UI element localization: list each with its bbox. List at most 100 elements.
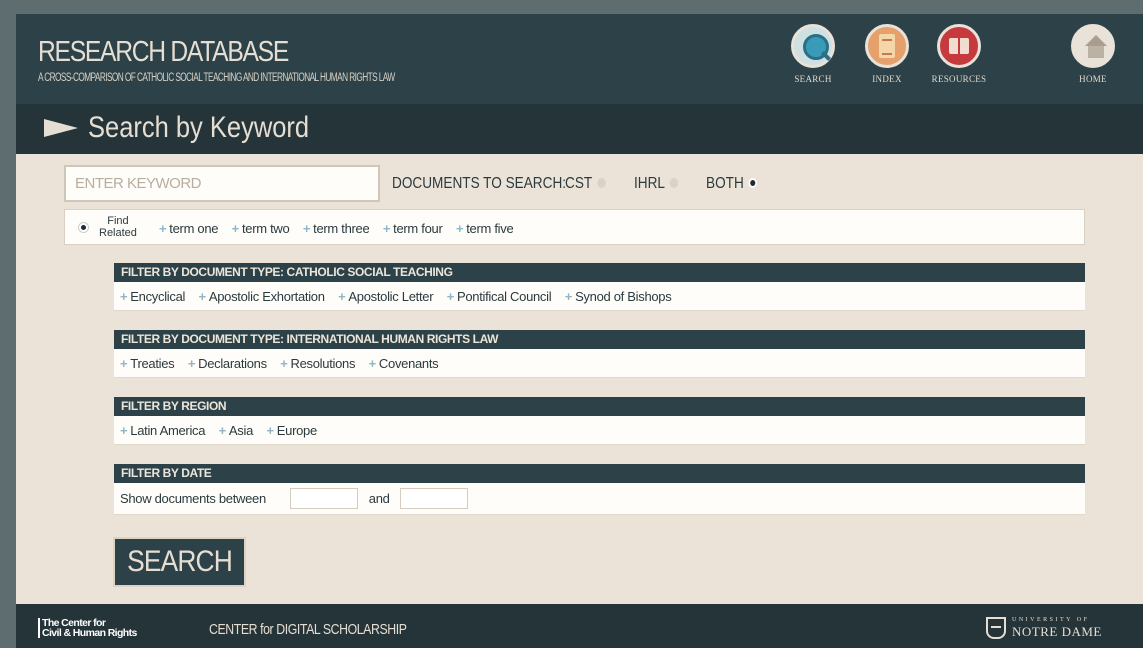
option-ihrl[interactable]: IHRL xyxy=(634,175,679,193)
filter-option-label: Apostolic Exhortation xyxy=(208,289,325,304)
site-title: RESEARCH DATABASE xyxy=(38,36,289,68)
filter-option-label: Asia xyxy=(228,423,254,438)
documents-to-search-label: DOCUMENTS TO SEARCH: xyxy=(392,175,567,192)
index-icon xyxy=(865,24,909,68)
nav-home-button[interactable]: HOME xyxy=(1058,24,1128,104)
filter-option-label: Apostolic Letter xyxy=(348,289,434,304)
term-label: term one xyxy=(169,221,219,236)
plus-icon: + xyxy=(187,356,196,371)
find-related-label: Find Related xyxy=(99,215,137,239)
date-and-label: and xyxy=(368,491,390,506)
site-footer: The Center for Civil & Human Rights CENT… xyxy=(16,604,1143,648)
plus-icon: + xyxy=(455,221,464,236)
search-button-label: SEARCH xyxy=(127,545,233,578)
filter-option-pontifical-council[interactable]: + Pontifical Council xyxy=(447,289,552,304)
page-frame: RESEARCH DATABASE A CROSS-COMPARISON OF … xyxy=(16,14,1143,648)
plus-icon: + xyxy=(564,289,573,304)
plus-icon: + xyxy=(280,356,288,371)
plus-icon: + xyxy=(382,221,391,236)
term-link[interactable]: + term three xyxy=(303,221,370,236)
filter-option-label: Treaties xyxy=(130,356,175,371)
ccr-line2: Civil & Human Rights xyxy=(42,627,137,639)
filter-option-resolutions[interactable]: + Resolutions xyxy=(280,356,355,371)
filter-option-treaties[interactable]: + Treaties xyxy=(120,356,175,371)
filter-option-label: Encyclical xyxy=(130,289,186,304)
option-cst-label: CST xyxy=(565,175,593,192)
term-link[interactable]: + term two xyxy=(232,221,290,236)
related-terms: + term one + term two + term three + term fo… xyxy=(159,220,522,238)
arrow-right-icon xyxy=(44,119,78,137)
filter-date: FILTER BY DATE Show documents between an… xyxy=(114,464,1085,515)
nav-search-label: SEARCH xyxy=(794,74,832,84)
home-icon xyxy=(1071,24,1115,68)
term-label: term five xyxy=(466,221,514,236)
nav-search-button[interactable]: SEARCH xyxy=(778,24,848,104)
option-cst[interactable]: CST xyxy=(565,175,606,193)
plus-icon: + xyxy=(198,289,207,304)
filter-option-asia[interactable]: + Asia xyxy=(218,423,254,438)
term-link[interactable]: + term five xyxy=(455,221,514,236)
filter-cst-title: FILTER BY DOCUMENT TYPE: CATHOLIC SOCIAL… xyxy=(114,263,1085,282)
filter-ihrl-options: + Treaties + Declarations + Resolutions + Co… xyxy=(114,349,1085,378)
filter-date-options: Show documents between and xyxy=(114,483,1085,515)
find-related-radio[interactable] xyxy=(78,222,89,233)
plus-icon: + xyxy=(231,221,240,236)
center-digital-scholarship-link[interactable]: CENTER for DIGITAL SCHOLARSHIP xyxy=(209,621,407,638)
page-title: Search by Keyword xyxy=(88,111,310,144)
filter-option-synod-of-bishops[interactable]: + Synod of Bishops xyxy=(565,289,672,304)
site-header: RESEARCH DATABASE A CROSS-COMPARISON OF … xyxy=(16,14,1143,104)
search-icon xyxy=(791,24,835,68)
plus-icon: + xyxy=(338,289,346,304)
filter-option-apostolic-exhortation[interactable]: + Apostolic Exhortation xyxy=(199,289,325,304)
term-link[interactable]: + term four xyxy=(383,221,443,236)
nav-resources-label: RESOURCES xyxy=(931,74,987,84)
option-both[interactable]: BOTH xyxy=(706,175,758,193)
notre-dame-logo[interactable]: UNIVERSITY OF NOTRE DAME xyxy=(982,617,1132,639)
find-related-line1: Find xyxy=(107,215,129,227)
search-button[interactable]: SEARCH xyxy=(113,537,246,587)
cst-radio[interactable] xyxy=(597,177,606,188)
date-start-input[interactable] xyxy=(290,488,359,510)
filter-cst-options: + Encyclical + Apostolic Exhortation + Apos… xyxy=(114,282,1085,311)
term-label: term two xyxy=(241,221,290,236)
filter-ihrl-title: FILTER BY DOCUMENT TYPE: INTERNATIONAL H… xyxy=(114,330,1085,349)
nav-resources-button[interactable]: RESOURCES xyxy=(924,24,994,104)
filter-option-europe[interactable]: + Europe xyxy=(266,423,317,438)
shield-icon xyxy=(986,617,1006,639)
keyword-input[interactable] xyxy=(64,165,380,202)
nav-index-button[interactable]: INDEX xyxy=(852,24,922,104)
term-link[interactable]: + term one xyxy=(159,221,219,236)
filter-option-latin-america[interactable]: + Latin America xyxy=(120,423,205,438)
ccr-logo-text: The Center for Civil & Human Rights xyxy=(38,618,137,638)
filter-option-apostolic-letter[interactable]: + Apostolic Letter xyxy=(338,289,433,304)
nd-name-label: NOTRE DAME xyxy=(1012,624,1102,639)
ihrl-radio[interactable] xyxy=(670,177,679,188)
nav-home-label: HOME xyxy=(1079,74,1107,84)
option-both-label: BOTH xyxy=(706,175,744,192)
term-label: term four xyxy=(393,221,443,236)
plus-icon: + xyxy=(218,423,227,438)
filter-option-label: Synod of Bishops xyxy=(575,289,672,304)
filter-option-label: Declarations xyxy=(198,356,267,371)
plus-icon: + xyxy=(446,289,455,304)
plus-icon: + xyxy=(120,423,128,438)
filter-option-label: Pontifical Council xyxy=(456,289,552,304)
date-end-input[interactable] xyxy=(400,488,469,510)
both-radio[interactable] xyxy=(748,177,758,188)
filter-option-covenants[interactable]: + Covenants xyxy=(369,356,439,371)
center-civil-human-rights-logo[interactable]: The Center for Civil & Human Rights xyxy=(38,618,137,638)
resources-icon xyxy=(937,24,981,68)
filter-option-label: Europe xyxy=(276,423,317,438)
plus-icon: + xyxy=(302,221,311,236)
filter-region-options: + Latin America + Asia + Europe xyxy=(114,416,1085,445)
filter-region: FILTER BY REGION + Latin America + Asia + E… xyxy=(114,397,1085,445)
filter-option-label: Resolutions xyxy=(290,356,356,371)
filter-option-label: Latin America xyxy=(130,423,206,438)
filter-option-encyclical[interactable]: + Encyclical xyxy=(120,289,185,304)
filter-option-declarations[interactable]: + Declarations xyxy=(188,356,267,371)
plus-icon: + xyxy=(120,289,128,304)
date-range-label: Show documents between xyxy=(120,491,266,506)
term-label: term three xyxy=(313,221,370,236)
find-related-line2: Related xyxy=(99,227,137,239)
plus-icon: + xyxy=(368,356,377,371)
